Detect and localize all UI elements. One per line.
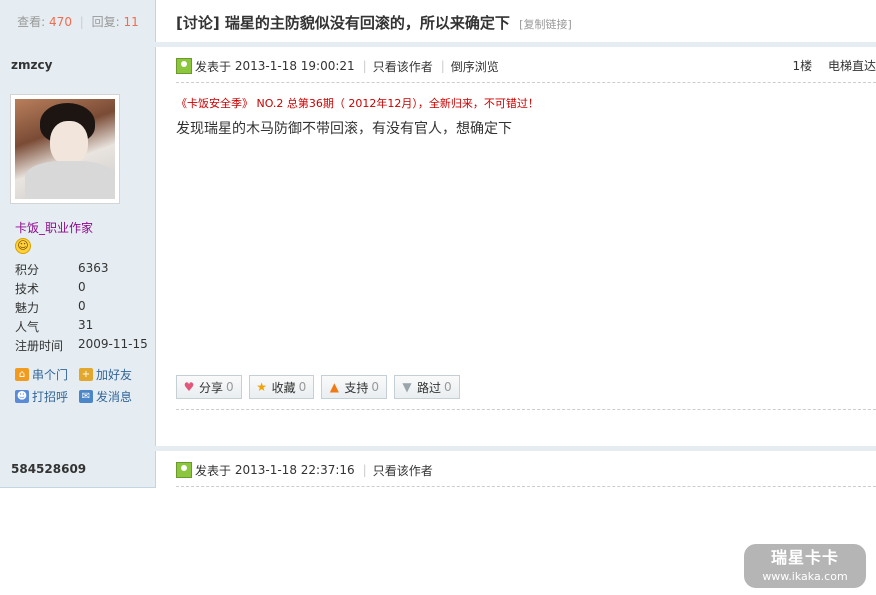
greet-icon: ☻ <box>15 389 29 403</box>
message-icon: ✉ <box>79 389 93 403</box>
favorite-button[interactable]: ★ 收藏 0 <box>248 375 315 399</box>
divider <box>176 486 876 487</box>
pass-count: 0 <box>443 380 452 394</box>
share-label: 分享 <box>199 380 224 395</box>
stat-key: 魅力 <box>15 301 40 315</box>
favorite-label: 收藏 <box>271 380 296 395</box>
visit-label: 串个门 <box>32 367 69 382</box>
only-author-link[interactable]: 只看该作者 <box>373 462 433 479</box>
stat-key: 注册时间 <box>15 339 64 353</box>
post-meta: 发表于 2013-1-18 22:37:16 | 只看该作者 <box>176 461 433 479</box>
post-meta: 发表于 2013-1-18 19:00:21 | 只看该作者 | 倒序浏览 <box>176 57 499 75</box>
add-friend-icon: + <box>79 367 93 381</box>
share-button[interactable]: ♥ 分享 0 <box>176 375 242 399</box>
add-friend-label: 加好友 <box>96 367 133 382</box>
meta-separator: | <box>362 59 367 73</box>
posted-label: 发表于 <box>195 463 232 478</box>
support-label: 支持 <box>344 380 369 395</box>
copy-link-button[interactable]: [复制链接] <box>519 18 572 31</box>
thread-title-text: [讨论] 瑞星的主防貌似没有回滚的，所以来确定下 <box>176 14 510 32</box>
heart-icon: ♥ <box>183 380 195 394</box>
divider <box>176 82 876 83</box>
posted-time: 2013-1-18 22:37:16 <box>234 463 355 477</box>
star-icon: ★ <box>256 380 268 394</box>
stat-value: 6363 <box>78 261 109 275</box>
home-icon: ⌂ <box>15 367 29 381</box>
posted-time: 2013-1-18 19:00:21 <box>234 59 355 73</box>
promo-link[interactable]: 《卡饭安全季》 NO.2 总第36期（ 2012年12月），全新归来，不可错过！ <box>176 95 539 111</box>
meta-separator: | <box>362 463 367 477</box>
message-label: 发消息 <box>96 389 133 404</box>
stat-row: 积分 6363 <box>15 261 155 280</box>
stats-separator: | <box>79 15 84 29</box>
views-count: 470 <box>49 15 72 29</box>
only-author-link[interactable]: 只看该作者 <box>373 58 433 75</box>
meta-separator: | <box>440 59 445 73</box>
pass-label: 路过 <box>416 380 441 395</box>
user-online-icon <box>176 58 192 74</box>
stat-key: 人气 <box>15 320 40 334</box>
stat-key: 积分 <box>15 263 40 277</box>
support-count: 0 <box>371 380 379 394</box>
thread-title: [讨论] 瑞星的主防貌似没有回滚的，所以来确定下 [复制链接] <box>176 12 572 33</box>
arrow-up-icon: ▲ <box>329 380 339 394</box>
watermark-title: 瑞星卡卡 <box>770 548 839 567</box>
views-label: 查看: <box>17 15 46 29</box>
watermark-url: www.ikaka.com <box>762 570 848 583</box>
stat-row: 注册时间 2009-11-15 <box>15 337 155 356</box>
stat-value: 31 <box>78 318 94 332</box>
stat-row: 魅力 0 <box>15 299 155 318</box>
share-count: 0 <box>226 380 234 394</box>
post-buttons: ♥ 分享 0 ★ 收藏 0 ▲ 支持 0 ▼ 路过 0 <box>176 375 467 399</box>
avatar-image <box>15 99 115 199</box>
arrow-down-icon: ▼ <box>402 380 412 394</box>
favorite-count: 0 <box>298 380 307 394</box>
pass-button[interactable]: ▼ 路过 0 <box>393 375 460 399</box>
divider <box>0 487 156 488</box>
replies-count: 11 <box>123 15 139 29</box>
divider <box>176 409 876 410</box>
reverse-order-link[interactable]: 倒序浏览 <box>451 58 499 75</box>
post-content: 发现瑞星的木马防御不带回滚，有没有官人，想确定下 <box>176 121 512 137</box>
avatar[interactable] <box>10 94 120 204</box>
smile-icon: ☺ <box>15 238 31 254</box>
thread-stats: 查看: 470 | 回复: 11 <box>0 13 156 30</box>
author-name[interactable]: zmzcy <box>11 58 52 72</box>
stat-value: 2009-11-15 <box>78 337 148 351</box>
greet-button[interactable]: ☻ 打招呼 <box>15 388 79 405</box>
posted-label: 发表于 <box>195 59 232 74</box>
user-stats: 积分 6363 技术 0 魅力 0 人气 31 注册时间 2009-11-15 <box>15 261 155 356</box>
elevator-link[interactable]: 电梯直达 <box>828 59 876 73</box>
replies-label: 回复: <box>91 15 120 29</box>
support-button[interactable]: ▲ 支持 0 <box>321 375 387 399</box>
author-name[interactable]: 584528609 <box>11 462 86 476</box>
divider <box>0 42 876 47</box>
stat-row: 技术 0 <box>15 280 155 299</box>
floor-info: 1楼 电梯直达 <box>793 57 876 74</box>
stat-value: 0 <box>78 280 86 294</box>
visit-button[interactable]: ⌂ 串个门 <box>15 366 79 383</box>
divider <box>0 446 876 451</box>
stat-key: 技术 <box>15 282 40 296</box>
send-message-button[interactable]: ✉ 发消息 <box>79 388 143 405</box>
stat-row: 人气 31 <box>15 318 155 337</box>
add-friend-button[interactable]: + 加好友 <box>79 366 143 383</box>
greet-label: 打招呼 <box>32 389 69 404</box>
site-watermark: 瑞星卡卡 www.ikaka.com <box>744 544 866 588</box>
user-title[interactable]: 卡饭_职业作家 <box>15 219 93 236</box>
user-actions: ⌂ 串个门 + 加好友 ☻ 打招呼 ✉ 发消息 <box>15 363 155 407</box>
stat-value: 0 <box>78 299 86 313</box>
user-online-icon <box>176 462 192 478</box>
floor-number[interactable]: 1楼 <box>793 59 813 73</box>
